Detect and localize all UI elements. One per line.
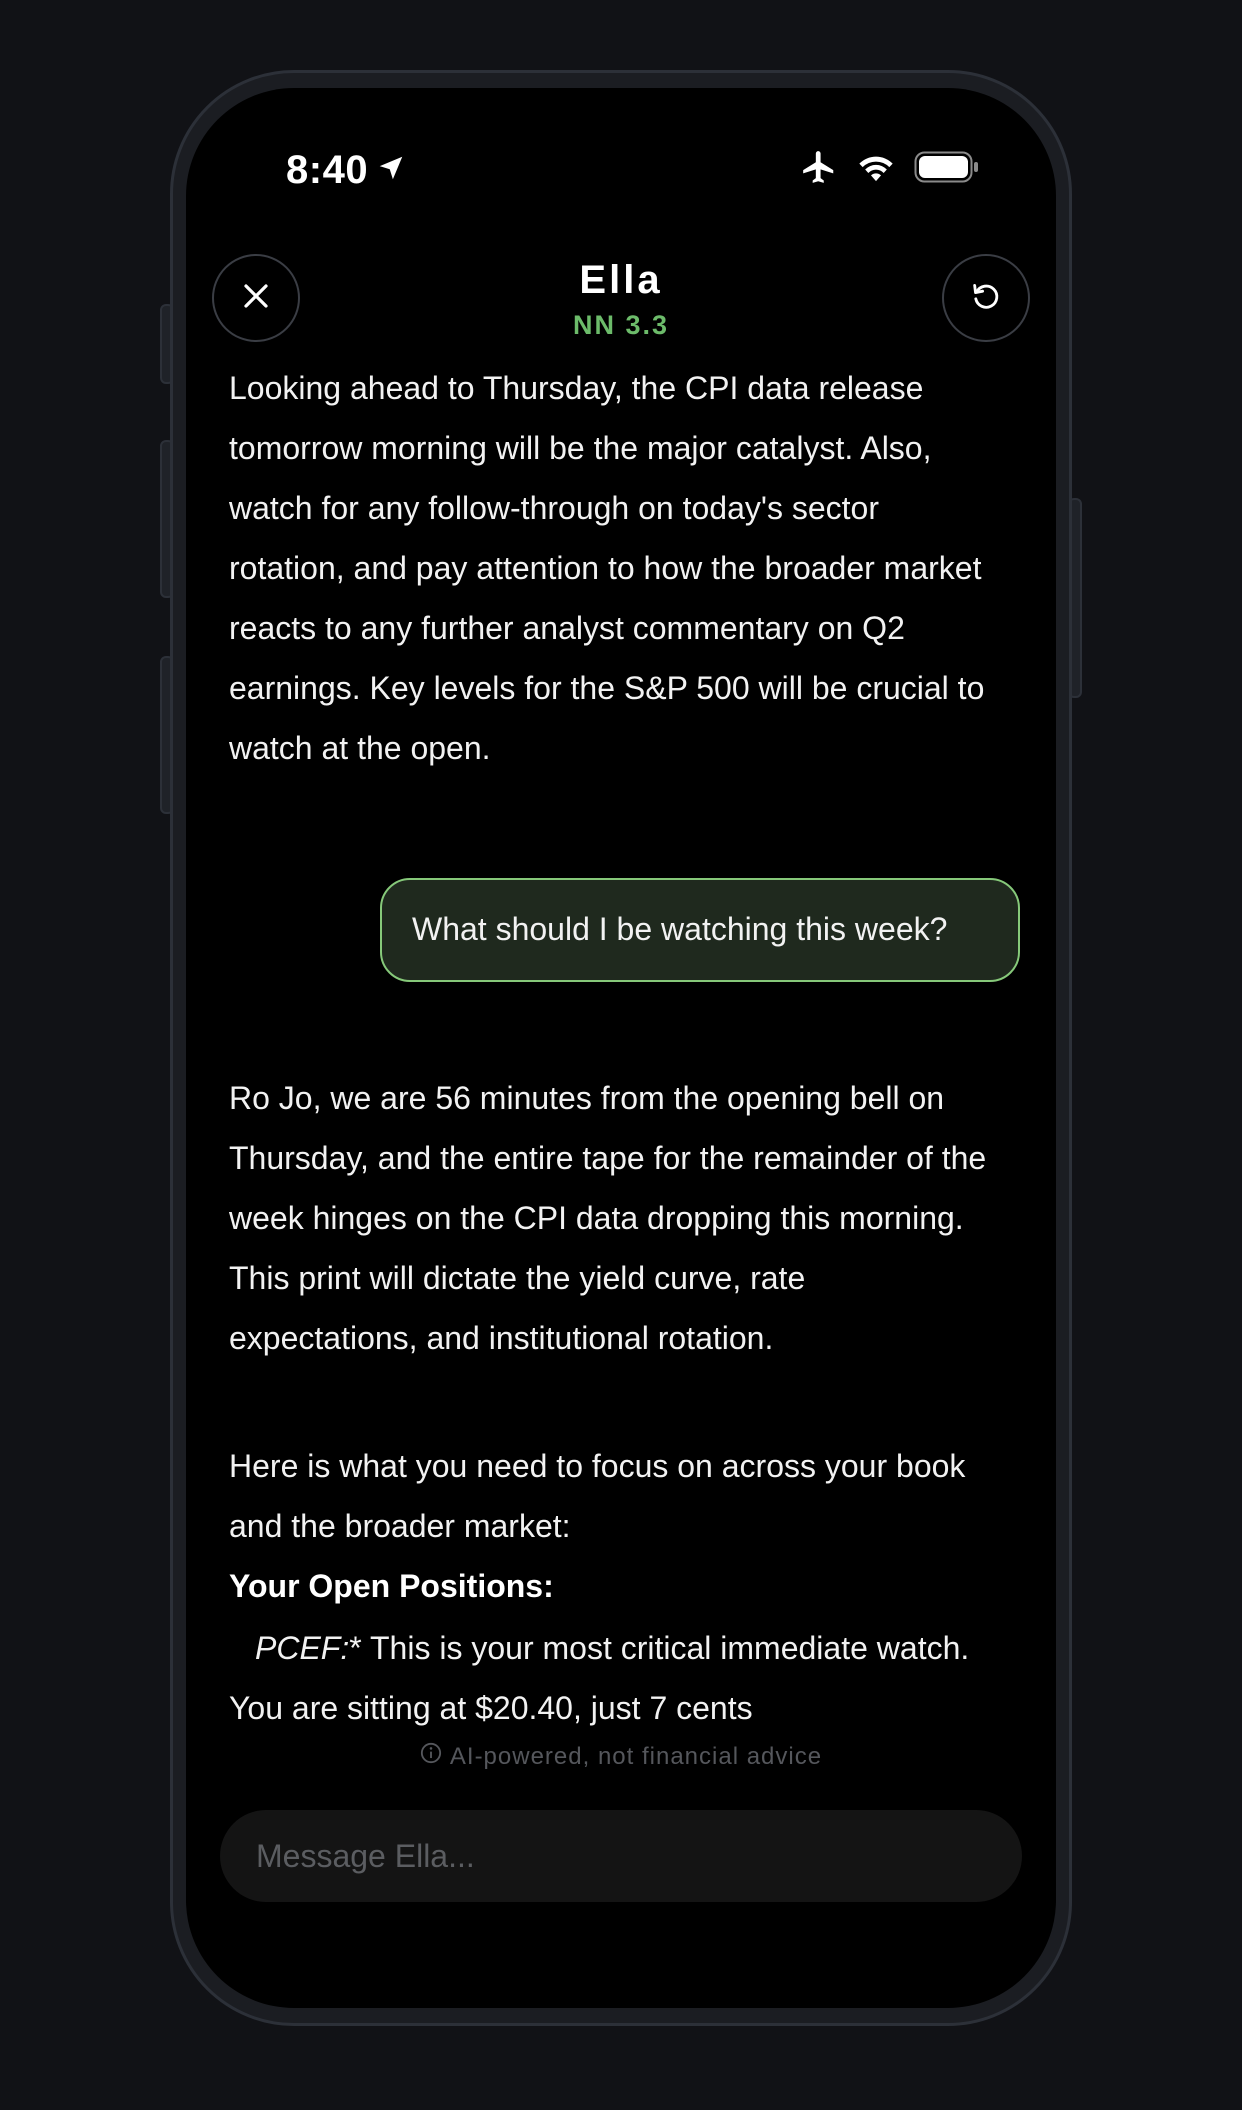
wifi-icon (856, 151, 896, 188)
status-bar-time: 8:40 (286, 148, 406, 193)
refresh-icon (969, 279, 1003, 318)
phone-screen: 8:40 Ella NN 3.3 Looking ahead to Thursd… (186, 88, 1056, 2008)
airplane-mode-icon (800, 148, 838, 191)
assistant-reply-paragraph: Ro Jo, we are 56 minutes from the openin… (229, 1080, 987, 1356)
ticker-label: PCEF: (255, 1630, 350, 1666)
battery-icon (914, 151, 980, 188)
user-message-bubble: What should I be watching this week? (380, 878, 1020, 982)
location-arrow-icon (376, 148, 406, 193)
assistant-reply-heading: Your Open Positions: (229, 1568, 554, 1604)
message-input[interactable] (254, 1836, 1022, 1876)
status-bar-icons (800, 148, 980, 191)
user-message-text: What should I be watching this week? (412, 911, 948, 947)
assistant-message: Looking ahead to Thursday, the CPI data … (229, 370, 985, 766)
assistant-reply-paragraph: Here is what you need to focus on across… (229, 1448, 966, 1544)
reset-chat-button[interactable] (942, 254, 1030, 342)
page: 8:40 Ella NN 3.3 Looking ahead to Thursd… (0, 0, 1242, 2110)
disclaimer: AI-powered, not financial advice (186, 1742, 1056, 1771)
clock: 8:40 (286, 148, 369, 192)
model-version: NN 3.3 (572, 310, 670, 340)
assistant-name: Ella (579, 258, 663, 302)
disclaimer-text: AI-powered, not financial advice (449, 1742, 823, 1770)
message-composer[interactable] (220, 1810, 1022, 1902)
assistant-reply-bullet: PCEF:* This is your most critical immedi… (229, 1618, 989, 1738)
info-icon (420, 1742, 442, 1771)
chat-scroll-area[interactable]: Looking ahead to Thursday, the CPI data … (186, 358, 1056, 1778)
